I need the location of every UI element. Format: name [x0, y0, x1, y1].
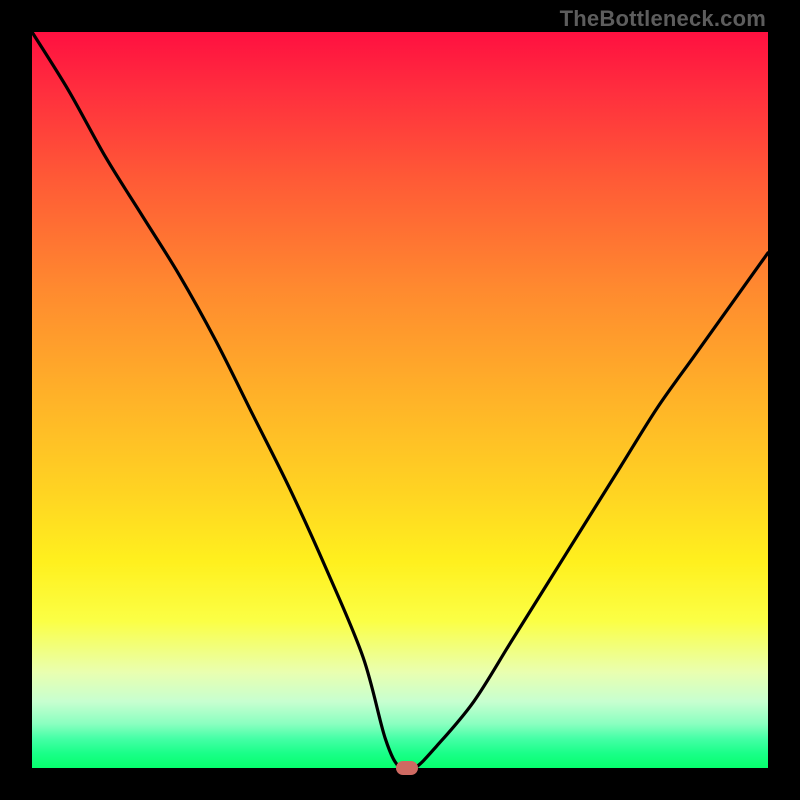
chart-plot-area: [32, 32, 768, 768]
curve-svg: [32, 32, 768, 768]
chart-frame: TheBottleneck.com: [0, 0, 800, 800]
bottleneck-curve-path: [32, 32, 768, 771]
optimal-point-marker: [396, 761, 418, 775]
attribution-label: TheBottleneck.com: [560, 6, 766, 32]
